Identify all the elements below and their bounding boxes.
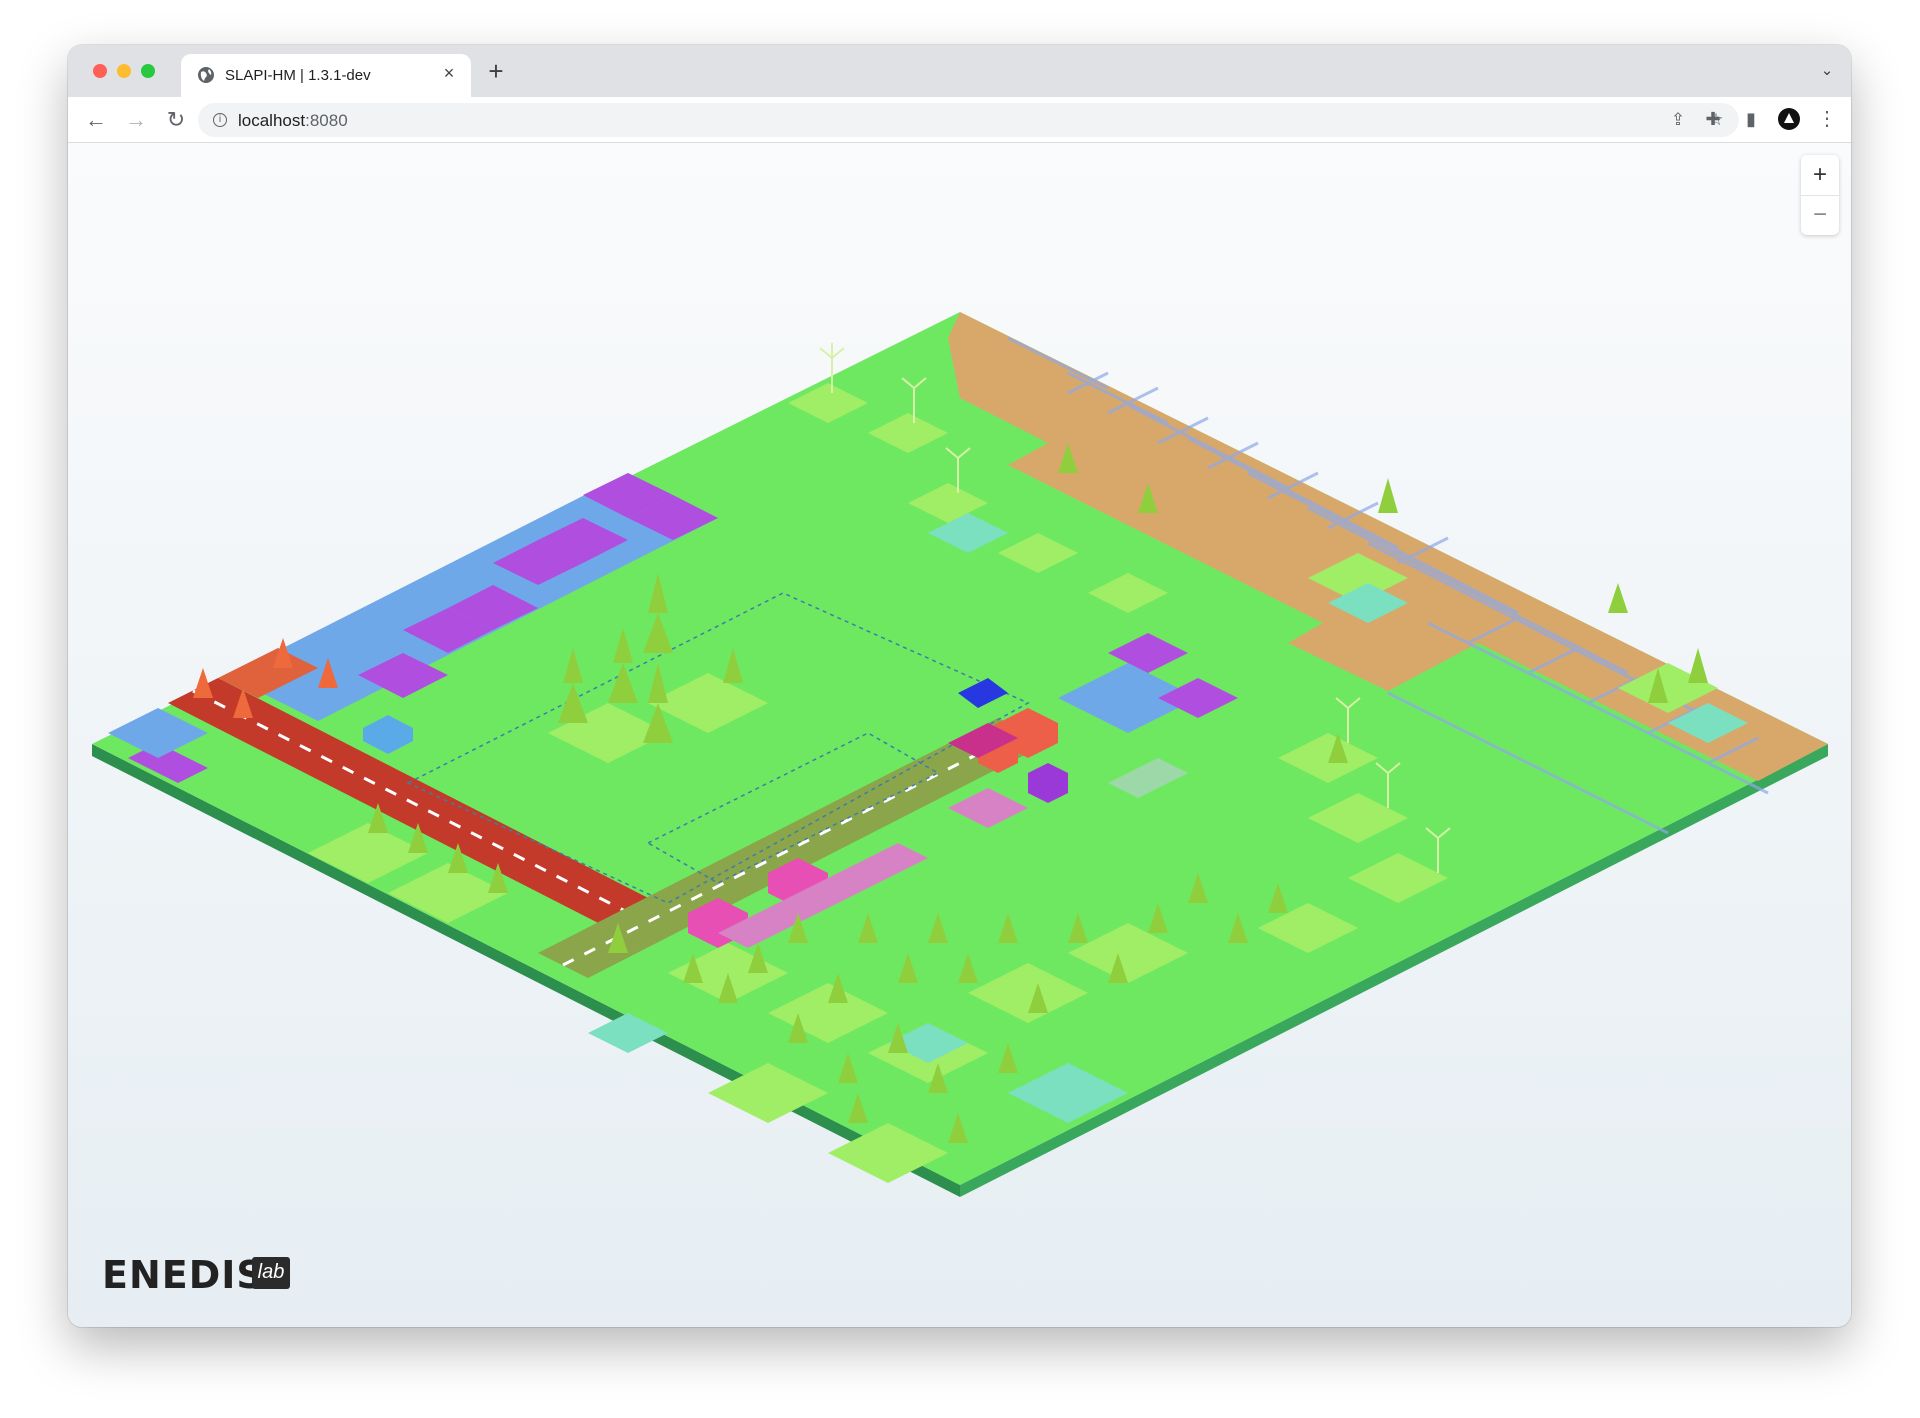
zoom-in-button[interactable]: + [1801,155,1839,196]
back-arrow-icon[interactable]: ← [82,106,110,134]
zoom-control: + − [1801,155,1839,235]
minimize-window-button[interactable] [117,64,131,78]
forward-arrow-icon[interactable]: → [122,106,150,134]
globe-icon [198,67,214,83]
puzzle-icon[interactable]: ✚ [1701,107,1725,131]
close-window-button[interactable] [93,64,107,78]
url-text: localhost:8080 [238,111,348,131]
zoom-out-button[interactable]: − [1801,195,1839,235]
kebab-menu-icon[interactable]: ⋮ [1815,107,1839,131]
logo-wordmark: ENEDIS [102,1253,265,1297]
profile-avatar[interactable] [1777,107,1801,131]
maximize-window-button[interactable] [141,64,155,78]
side-panel-icon[interactable]: ▮ [1739,107,1763,131]
logo-badge: lab [252,1257,290,1289]
avatar-icon [1778,108,1800,130]
chevron-down-icon[interactable]: ⌄ [1817,61,1837,81]
tab-close-icon[interactable]: × [439,63,459,83]
new-tab-button[interactable]: + [483,58,509,85]
info-icon[interactable]: i [213,113,227,127]
isometric-map[interactable] [68,143,1851,1327]
toolbar: ← → ↻ i localhost:8080 ⇪ ☆ ✚ ▮ ⋮ [68,97,1851,143]
address-bar[interactable]: i localhost:8080 ⇪ ☆ [198,103,1739,137]
url-host: localhost [238,111,306,130]
map-viewport[interactable]: + − ENEDIS lab [68,143,1851,1327]
tab-strip: SLAPI-HM | 1.3.1-dev × + ⌄ [68,45,1851,97]
tab-title: SLAPI-HM | 1.3.1-dev [225,67,371,84]
reload-icon[interactable]: ↻ [162,106,190,134]
tab-active[interactable]: SLAPI-HM | 1.3.1-dev × [181,54,471,97]
browser-window: SLAPI-HM | 1.3.1-dev × + ⌄ ← → ↻ i local… [68,45,1851,1327]
url-port: :8080 [305,111,348,130]
share-icon[interactable]: ⇪ [1667,109,1689,131]
